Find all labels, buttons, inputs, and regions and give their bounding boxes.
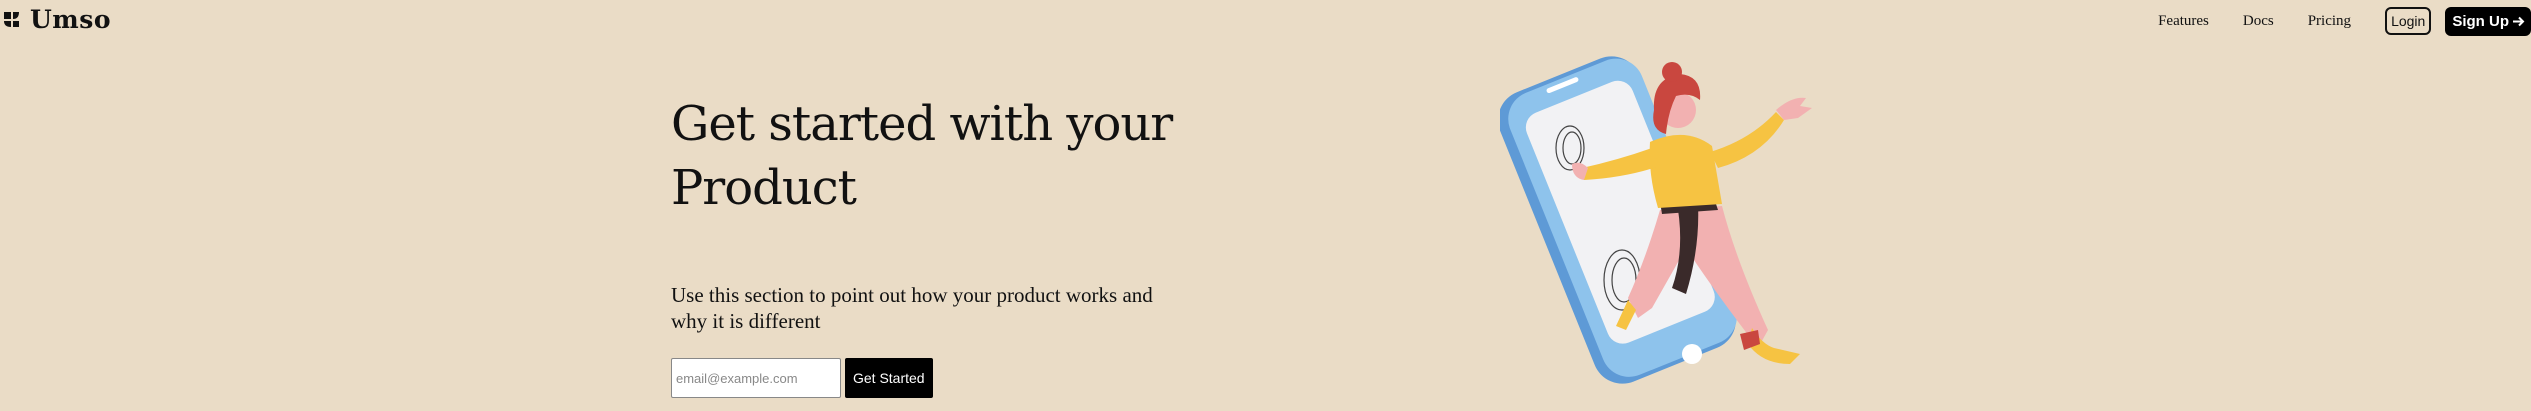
arrow-right-icon bbox=[2513, 16, 2525, 26]
logo-mark-icon bbox=[4, 11, 19, 27]
brand-name: Umso bbox=[30, 5, 112, 34]
email-signup-form: Get Started bbox=[671, 358, 933, 398]
sign-up-button[interactable]: Sign Up bbox=[2445, 6, 2531, 36]
nav-link-features[interactable]: Features bbox=[2158, 13, 2209, 30]
nav-link-docs[interactable]: Docs bbox=[2243, 13, 2274, 30]
main-nav: Features Docs Pricing Login Sign Up bbox=[2158, 5, 2531, 37]
top-navigation-bar: Umso Features Docs Pricing Login Sign Up bbox=[0, 0, 2531, 40]
sign-up-label: Sign Up bbox=[2452, 12, 2509, 30]
hero-title: Get started with your Product bbox=[671, 96, 1173, 216]
nav-link-pricing[interactable]: Pricing bbox=[2308, 13, 2351, 30]
hero-description: Use this section to point out how your p… bbox=[671, 283, 1153, 333]
get-started-button[interactable]: Get Started bbox=[845, 358, 933, 398]
brand-logo[interactable]: Umso bbox=[2, 5, 111, 34]
email-input[interactable] bbox=[671, 358, 841, 398]
hero-illustration bbox=[1500, 56, 1812, 384]
login-button[interactable]: Login bbox=[2385, 7, 2432, 35]
